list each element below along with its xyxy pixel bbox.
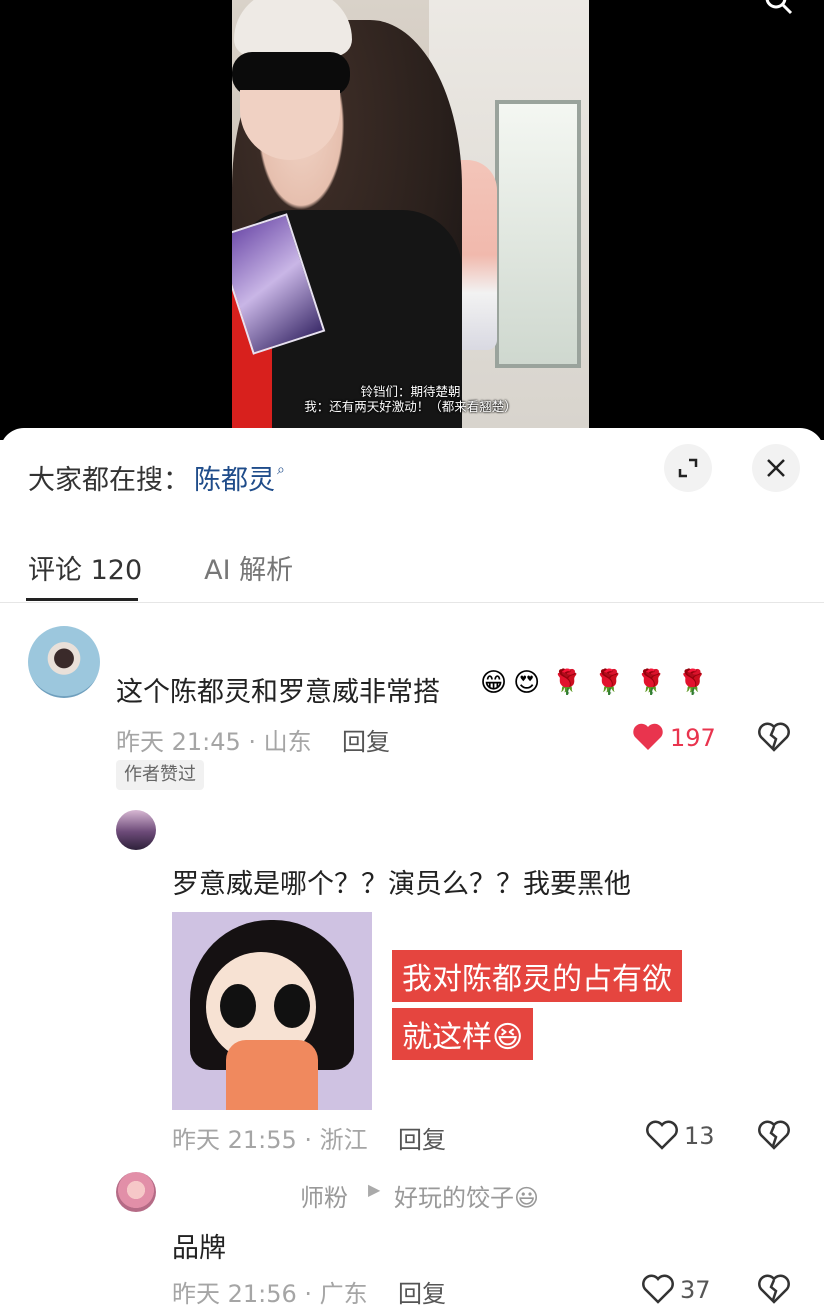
sticker-image[interactable] (172, 912, 372, 1110)
reply-arrow-icon: ▶ (368, 1180, 381, 1199)
expand-icon (678, 458, 698, 478)
author-liked-badge: 作者赞过 (116, 760, 204, 790)
sticker-caption-line-2: 就这样😆 (392, 1008, 534, 1060)
tab-ai-analysis[interactable]: AI 解析 (204, 548, 293, 587)
video-caption: 铃铛们：期待楚朝 我：还有两天好激动！（都来看翘楚） (232, 384, 589, 414)
comment-emojis: 😁 😍 🌹 🌹 🌹 🌹 (480, 668, 708, 698)
heart-outline-icon[interactable] (646, 1120, 678, 1150)
dislike-broken-heart-icon[interactable] (758, 722, 790, 752)
dislike-broken-heart-icon[interactable] (758, 1120, 790, 1150)
heart-outline-icon[interactable] (642, 1274, 674, 1304)
comment-text: 罗意威是哪个？？演员么？？我要黑他 (172, 869, 631, 900)
close-button[interactable] (752, 444, 800, 492)
video-frame: 铃铛们：期待楚朝 我：还有两天好激动！（都来看翘楚） (232, 0, 589, 428)
trending-search-term[interactable]: 陈都灵 (194, 458, 275, 497)
comment-text: 这个陈都灵和罗意威非常搭 (116, 677, 440, 708)
dislike-broken-heart-icon[interactable] (758, 1274, 790, 1304)
reply-button[interactable]: 回复 (398, 1274, 446, 1309)
reply-button[interactable]: 回复 (398, 1120, 446, 1155)
reply-to-name[interactable]: 好玩的饺子😃 (394, 1178, 539, 1213)
video-caption-line-2: 我：还有两天好激动！（都来看翘楚） (304, 399, 517, 414)
comment-time-location: 昨天 21:55 · 浙江 (172, 1126, 368, 1154)
expand-button[interactable] (664, 444, 712, 492)
heart-filled-icon[interactable] (632, 722, 664, 752)
emoji-heart-eyes: 😍 (513, 668, 541, 698)
emoji-rose: 🌹 (677, 668, 708, 696)
comment-time-location: 昨天 21:45 · 山东 (116, 728, 312, 756)
emoji-rose: 🌹 (594, 668, 624, 696)
video-caption-line-1: 铃铛们：期待楚朝 (360, 384, 461, 399)
sticker-eye (220, 984, 256, 1028)
comment-sheet: 大家都在搜： 陈都灵 ⌕ 评论 120 AI 解析 这个陈都灵和罗意威非常搭 😁… (0, 428, 824, 1310)
trending-search-bar[interactable]: 大家都在搜： 陈都灵 ⌕ (28, 458, 285, 497)
active-tab-indicator (26, 598, 138, 601)
video-background-door (495, 100, 581, 368)
emoji-rose: 🌹 (552, 668, 583, 696)
search-icon: ⌕ (277, 461, 285, 478)
avatar[interactable] (116, 1172, 156, 1212)
search-icon[interactable] (764, 0, 794, 16)
emoji-grin: 😁 (480, 668, 508, 698)
like-count: 197 (670, 724, 716, 752)
sticker-dress (226, 1040, 318, 1110)
sticker-eye (274, 984, 310, 1028)
video-player[interactable]: 铃铛们：期待楚朝 我：还有两天好激动！（都来看翘楚） (0, 0, 824, 440)
sticker-caption-line-1: 我对陈都灵的占有欲 (392, 950, 682, 1002)
avatar[interactable] (28, 626, 100, 698)
like-count: 13 (684, 1122, 715, 1150)
like-count: 37 (680, 1276, 711, 1304)
reply-button[interactable]: 回复 (342, 722, 390, 757)
comment-text: 品牌 (172, 1233, 226, 1264)
emoji-rose: 🌹 (636, 668, 666, 696)
reply-author-name[interactable]: 师粉 (300, 1178, 348, 1213)
divider (0, 602, 824, 603)
trending-search-prefix: 大家都在搜： (28, 465, 190, 496)
comment-time-location: 昨天 21:56 · 广东 (172, 1280, 368, 1308)
close-icon (767, 459, 785, 477)
video-cap (234, 0, 352, 56)
tab-bar: 评论 120 AI 解析 (28, 548, 293, 587)
avatar[interactable] (116, 810, 156, 850)
tab-comments[interactable]: 评论 120 (28, 548, 142, 587)
